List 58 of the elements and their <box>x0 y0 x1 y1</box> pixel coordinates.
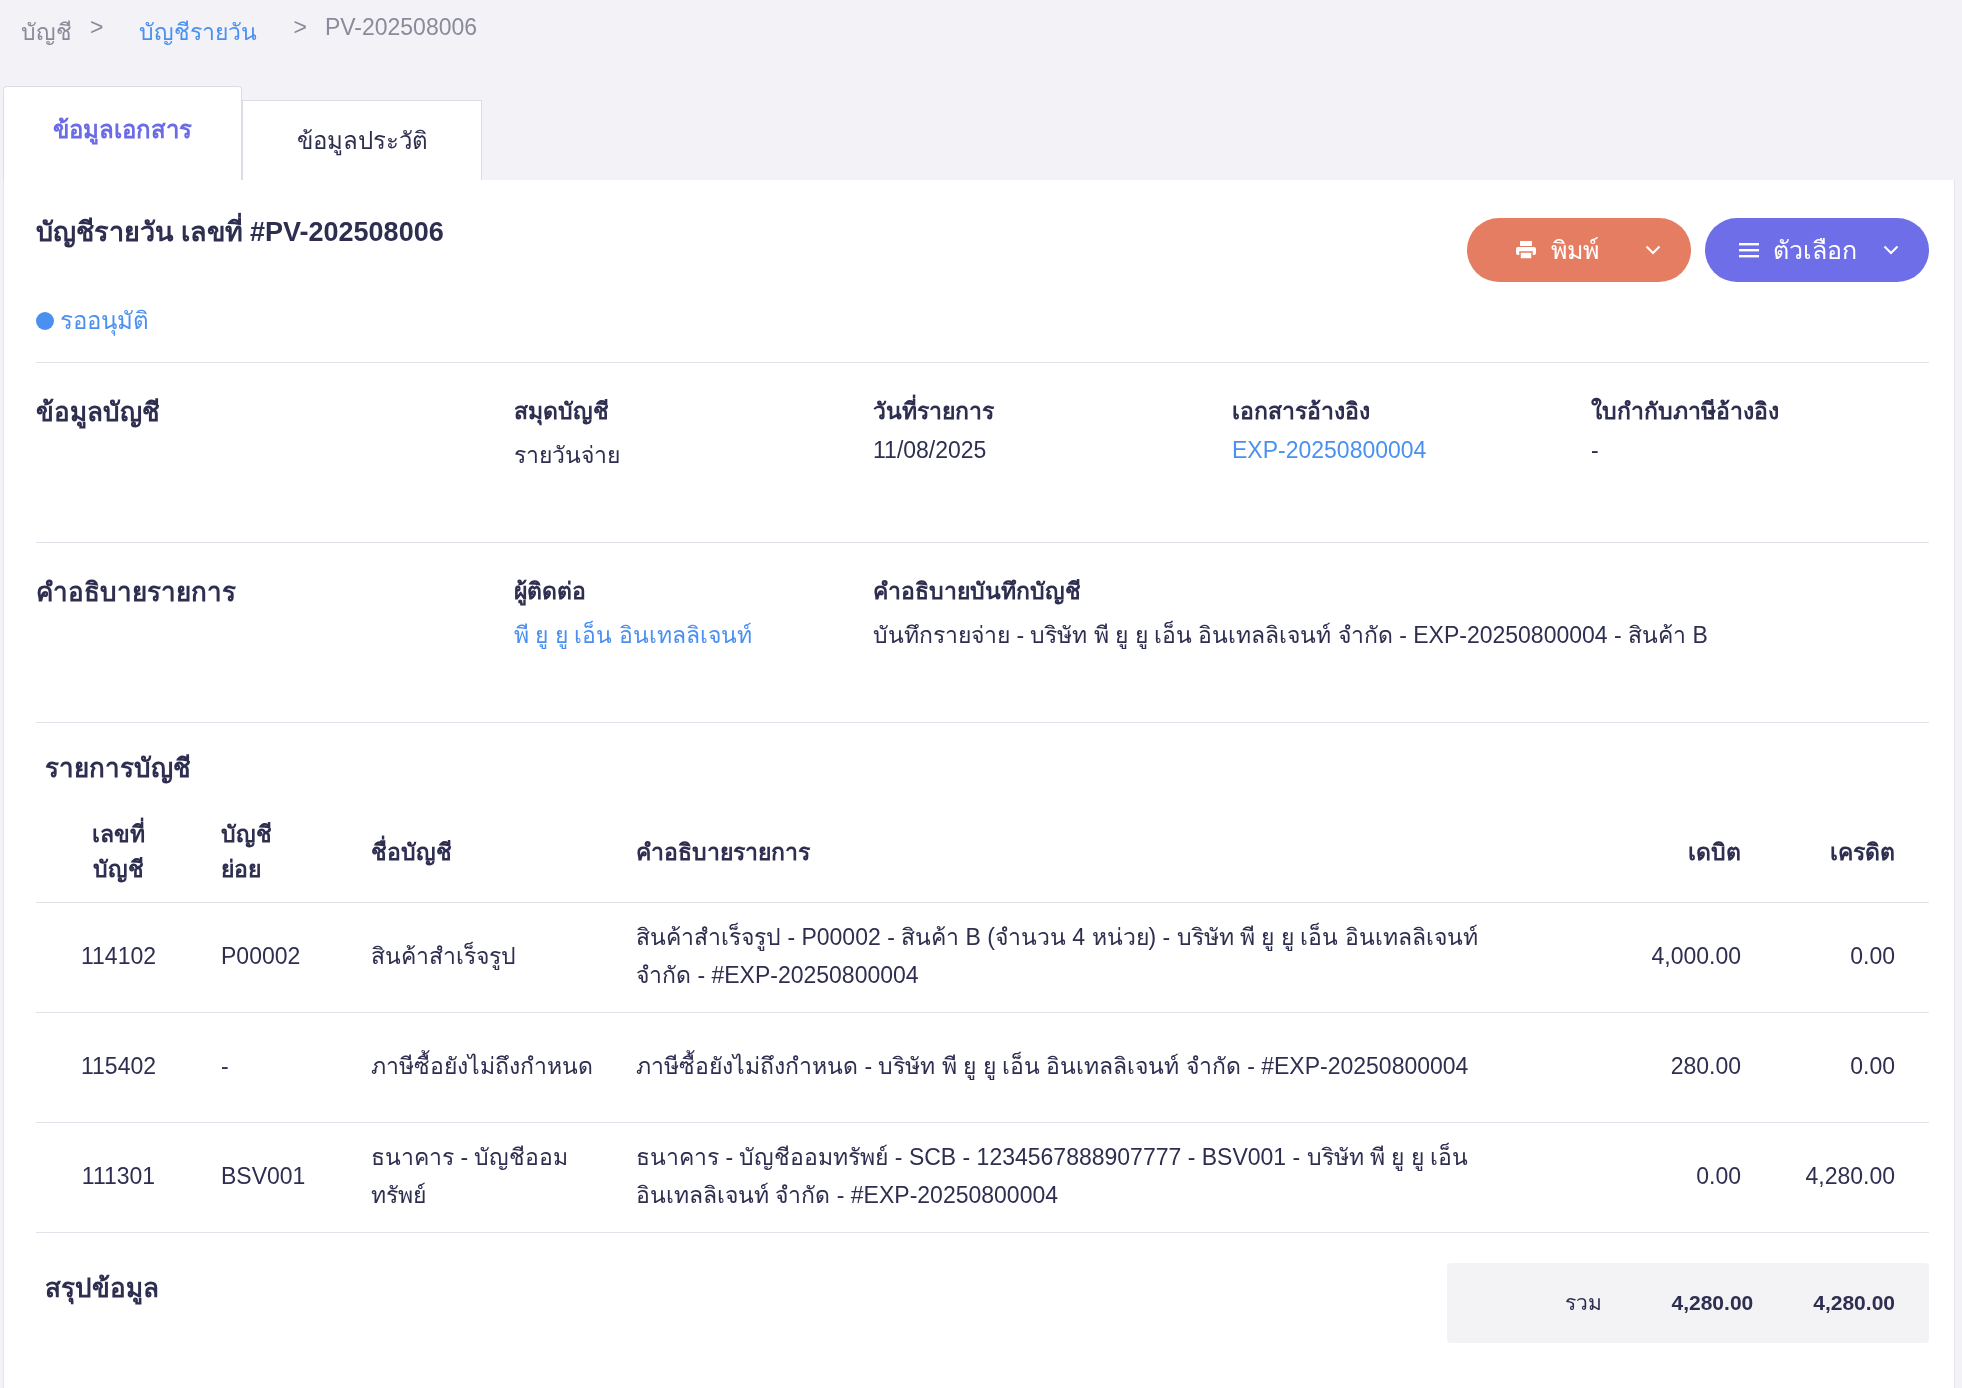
field-value: รายวันจ่าย <box>514 441 621 470</box>
table-cell: 4,280.00 <box>1741 1122 1929 1232</box>
field-link[interactable]: พี ยู ยู เอ็น อินเทลลิเจนท์ <box>514 617 873 653</box>
options-button[interactable]: ตัวเลือก <box>1705 218 1929 282</box>
breadcrumb-separator: > <box>293 14 307 42</box>
breadcrumb-link[interactable]: บัญชีรายวัน <box>139 14 258 44</box>
section-heading: สรุปข้อมูล <box>44 1271 159 1307</box>
field-label: ใบกำกับภาษีอ้างอิง <box>1591 396 1780 426</box>
table-cell: 115402 <box>36 1012 201 1122</box>
field-label: คำอธิบายบันทึกบัญชี <box>873 577 1082 607</box>
table-cell: - <box>201 1012 361 1122</box>
total-credit: 4,280.00 <box>1813 1290 1895 1315</box>
menu-icon <box>1739 242 1759 258</box>
breadcrumb-item: บัญชี <box>21 18 72 44</box>
table-cell: 111301 <box>36 1122 201 1232</box>
table-cell: 0.00 <box>1541 1122 1741 1232</box>
column-header: บัญชี ย่อย <box>201 802 361 902</box>
table-cell: ธนาคาร - บัญชีออมทรัพย์ <box>361 1122 626 1232</box>
column-header: เลขที่ บัญชี <box>36 802 201 902</box>
table-cell: 4,000.00 <box>1541 902 1741 1012</box>
breadcrumb-separator: > <box>90 14 104 42</box>
table-cell: ธนาคาร - บัญชีออมทรัพย์ - SCB - 1234567888907777 - BSV001 - บริษัท พี ยู ยู เอ็น อินเทลลิเจนท์ จำกัด - #EXP-20250800004 <box>626 1122 1541 1232</box>
table-cell: สินค้าสำเร็จรูป <box>361 902 626 1012</box>
field-link[interactable]: EXP-20250800004 <box>1232 437 1591 464</box>
table-cell: 280.00 <box>1541 1012 1741 1122</box>
column-header: เดบิต <box>1541 802 1741 902</box>
chevron-down-icon <box>1883 245 1899 255</box>
column-header: เครดิต <box>1741 802 1929 902</box>
table-cell: BSV001 <box>201 1122 361 1232</box>
field-label: ผู้ติดต่อ <box>514 577 587 608</box>
field-value: - <box>1591 437 1600 464</box>
section-heading: คำอธิบายรายการ <box>36 576 237 609</box>
total-label: รวม <box>1564 1290 1602 1316</box>
field-label: สมุดบัญชี <box>514 397 610 428</box>
table-cell: สินค้าสำเร็จรูป - P00002 - สินค้า B (จำนวน 4 หน่วย) - บริษัท พี ยู ยู เอ็น อินเทลลิเจนท์ จำกัด - #EXP-20250800004 <box>626 902 1541 1012</box>
printer-icon <box>1515 240 1537 260</box>
field-value: บันทึกรายจ่าย - บริษัท พี ยู ยู เอ็น อินเทลลิเจนท์ จำกัด - EXP-20250800004 - สินค้า B <box>873 619 1709 651</box>
table-cell: ภาษีซื้อยังไม่ถึงกำหนด <box>361 1012 626 1122</box>
breadcrumb-item: PV-202508006 <box>324 14 478 42</box>
table-cell: 0.00 <box>1741 1012 1929 1122</box>
section-heading: รายการบัญชี <box>44 752 192 786</box>
table-cell: 114102 <box>36 902 201 1012</box>
field-value: 11/08/2025 <box>873 437 988 464</box>
tab[interactable]: ข้อมูลเอกสาร <box>3 86 242 180</box>
section-heading: ข้อมูลบัญชี <box>36 396 161 431</box>
table-cell: 0.00 <box>1741 902 1929 1012</box>
total-debit: 4,280.00 <box>1671 1290 1754 1315</box>
field-label: เอกสารอ้างอิง <box>1232 397 1371 426</box>
column-header: คำอธิบายรายการ <box>626 802 1541 902</box>
tab[interactable]: ข้อมูลประวัติ <box>242 100 482 180</box>
column-header: ชื่อบัญชี <box>361 802 626 902</box>
document-title: บัญชีรายวัน เลขที่ #PV-202508006 <box>36 210 444 253</box>
chevron-down-icon <box>1645 245 1661 255</box>
print-button[interactable]: พิมพ์ <box>1467 218 1691 282</box>
status-label: รออนุมัติ <box>60 306 149 338</box>
table-cell: ภาษีซื้อยังไม่ถึงกำหนด - บริษัท พี ยู ยู เอ็น อินเทลลิเจนท์ จำกัด - #EXP-20250800004 <box>626 1012 1541 1122</box>
table-cell: P00002 <box>201 902 361 1012</box>
field-label: วันที่รายการ <box>873 393 1232 429</box>
